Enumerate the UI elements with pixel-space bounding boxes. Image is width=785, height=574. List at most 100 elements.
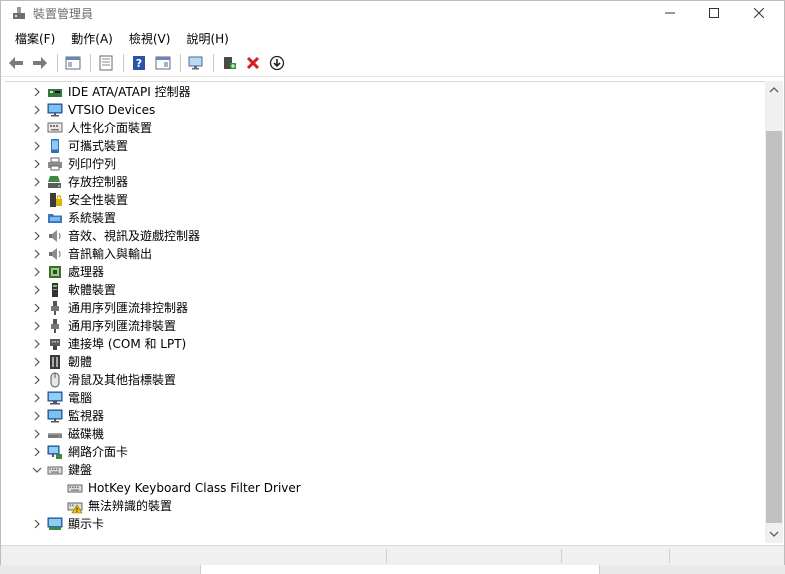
chevron-right-icon[interactable] <box>31 230 43 242</box>
tree-category-item[interactable]: 韌體 <box>5 353 760 371</box>
scroll-down-button[interactable] <box>765 525 783 543</box>
chevron-right-icon[interactable] <box>31 356 43 368</box>
chevron-right-icon[interactable] <box>31 122 43 134</box>
minimize-icon <box>665 12 675 14</box>
chevron-right-icon[interactable] <box>31 446 43 458</box>
menu-view[interactable]: 檢視(V) <box>123 30 177 47</box>
tree-category-item[interactable]: 系統裝置 <box>5 209 760 227</box>
ide-controller-icon <box>48 89 62 97</box>
chevron-right-icon[interactable] <box>31 410 43 422</box>
device-manager-window: 裝置管理員 檔案(F) 動作(A) 檢視(V) 說明(H) ? IDE ATA/… <box>0 0 785 574</box>
tree-leaf-item[interactable]: HotKey Keyboard Class Filter Driver <box>5 479 760 497</box>
maximize-button[interactable] <box>691 1 737 25</box>
chevron-right-icon[interactable] <box>31 320 43 332</box>
tree-category-item[interactable]: 列印佇列 <box>5 155 760 173</box>
status-bar <box>1 545 784 565</box>
tree-category-item[interactable]: IDE ATA/ATAPI 控制器 <box>5 83 760 101</box>
tree-category-item[interactable]: 顯示卡 <box>5 515 760 533</box>
chevron-right-icon[interactable] <box>31 284 43 296</box>
chevron-right-icon[interactable] <box>31 302 43 314</box>
tree-category-item[interactable]: 可攜式裝置 <box>5 137 760 155</box>
tree-category-item[interactable]: 滑鼠及其他指標裝置 <box>5 371 760 389</box>
vertical-scrollbar[interactable] <box>765 81 783 543</box>
chevron-right-icon[interactable] <box>31 140 43 152</box>
tree-category-item[interactable]: 鍵盤 <box>5 461 760 479</box>
view-icon <box>155 56 171 70</box>
chevron-right-icon[interactable] <box>31 374 43 386</box>
chevron-right-icon[interactable] <box>31 248 43 260</box>
title-bar[interactable]: 裝置管理員 <box>1 1 784 27</box>
update-driver-button[interactable] <box>266 52 288 74</box>
tree-category-item[interactable]: 音訊輸入與輸出 <box>5 245 760 263</box>
tree-category-item[interactable]: 電腦 <box>5 389 760 407</box>
mouse-icon <box>50 372 60 388</box>
scan-hardware-button[interactable] <box>185 52 207 74</box>
status-bar-divider <box>561 549 562 563</box>
tree-category-item[interactable]: 存放控制器 <box>5 173 760 191</box>
tree-item-label: 通用序列匯流排控制器 <box>68 301 189 315</box>
tree-item-label: VTSIO Devices <box>68 103 156 117</box>
tree-category-item[interactable]: 安全性裝置 <box>5 191 760 209</box>
tree-item-label: 安全性裝置 <box>68 193 129 207</box>
help-button[interactable]: ? <box>128 52 150 74</box>
chevron-right-icon[interactable] <box>31 266 43 278</box>
tree-category-item[interactable]: 網路介面卡 <box>5 443 760 461</box>
chevron-right-icon[interactable] <box>31 428 43 440</box>
menu-action[interactable]: 動作(A) <box>65 30 119 47</box>
tree-item-label: 處理器 <box>68 265 105 279</box>
tree-item-label: 監視器 <box>68 409 105 423</box>
help-icon: ? <box>133 56 145 70</box>
view-button[interactable] <box>152 52 174 74</box>
scroll-thumb[interactable] <box>766 131 782 523</box>
tree-item-label: 鍵盤 <box>68 463 93 477</box>
tree-category-item[interactable]: 人性化介面裝置 <box>5 119 760 137</box>
chevron-right-icon[interactable] <box>31 86 43 98</box>
chevron-down-icon[interactable] <box>31 464 43 476</box>
tree-category-item[interactable]: 磁碟機 <box>5 425 760 443</box>
tree-item-label: 可攜式裝置 <box>68 139 129 153</box>
tree-category-item[interactable]: 音效、視訊及遊戲控制器 <box>5 227 760 245</box>
chevron-right-icon[interactable] <box>31 518 43 530</box>
system-folder-icon <box>48 214 62 223</box>
update-driver-icon <box>269 55 285 71</box>
usb-icon <box>51 319 59 333</box>
back-button[interactable] <box>5 52 27 74</box>
forward-button[interactable] <box>29 52 51 74</box>
forward-arrow-icon <box>33 57 47 69</box>
device-tree[interactable]: IDE ATA/ATAPI 控制器 VTSIO Devices 人性化介面裝置可攜式… <box>5 81 766 543</box>
processor-icon <box>49 266 61 278</box>
tree-item-label: 磁碟機 <box>68 427 105 441</box>
status-bar-divider <box>386 549 387 563</box>
monitor-icon <box>47 409 63 423</box>
tree-category-item[interactable]: 監視器 <box>5 407 760 425</box>
portable-device-icon <box>51 139 59 153</box>
tree-category-item[interactable]: 通用序列匯流排控制器 <box>5 299 760 317</box>
minimize-button[interactable] <box>647 1 693 25</box>
tree-category-item[interactable]: VTSIO Devices <box>5 101 760 119</box>
chevron-right-icon[interactable] <box>31 212 43 224</box>
add-driver-button[interactable] <box>218 52 240 74</box>
show-hide-tree-button[interactable] <box>62 52 84 74</box>
tree-leaf-item[interactable]: 無法辨識的裝置 <box>5 497 760 515</box>
tree-item-label: 通用序列匯流排裝置 <box>68 319 177 333</box>
properties-button[interactable] <box>95 52 117 74</box>
tree-category-item[interactable]: 處理器 <box>5 263 760 281</box>
chevron-right-icon[interactable] <box>31 338 43 350</box>
uninstall-icon <box>246 56 260 70</box>
scroll-up-button[interactable] <box>765 81 783 99</box>
chevron-right-icon[interactable] <box>31 104 43 116</box>
software-device-icon <box>52 283 58 297</box>
tree-category-item[interactable]: 連接埠 (COM 和 LPT) <box>5 335 760 353</box>
chevron-right-icon[interactable] <box>31 158 43 170</box>
chevron-right-icon[interactable] <box>31 176 43 188</box>
chevron-right-icon[interactable] <box>31 392 43 404</box>
tree-category-item[interactable]: 通用序列匯流排裝置 <box>5 317 760 335</box>
chevron-right-icon[interactable] <box>31 194 43 206</box>
tree-category-item[interactable]: 軟體裝置 <box>5 281 760 299</box>
speaker-icon <box>49 248 61 260</box>
menu-file[interactable]: 檔案(F) <box>9 30 61 47</box>
uninstall-button[interactable] <box>242 52 264 74</box>
menu-help[interactable]: 說明(H) <box>180 30 234 47</box>
window-title: 裝置管理員 <box>33 7 94 21</box>
close-button[interactable] <box>736 1 782 25</box>
